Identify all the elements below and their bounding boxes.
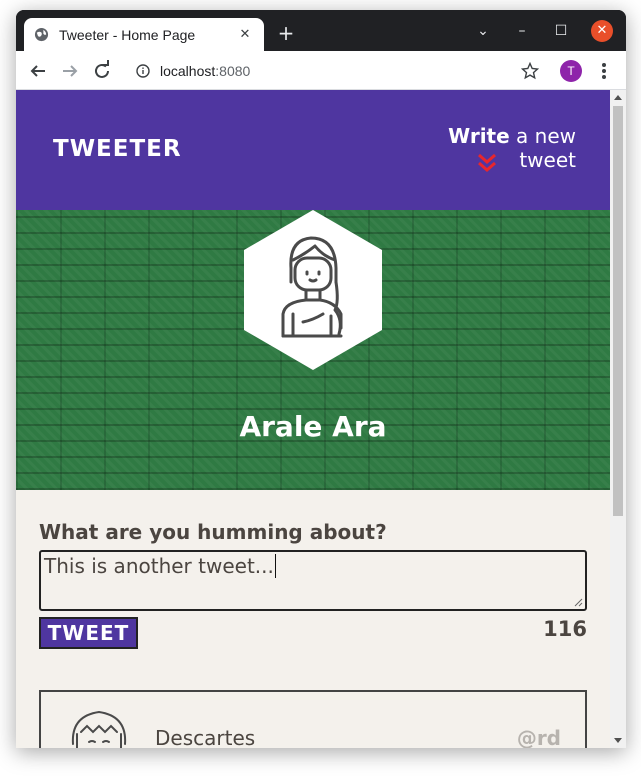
text-caret [274, 554, 276, 578]
bookmark-star-icon[interactable] [521, 62, 539, 80]
minimize-button[interactable]: – [510, 19, 534, 43]
profile-avatar-button[interactable]: T [560, 60, 582, 82]
tweet-author-name: Descartes [155, 726, 256, 748]
forward-arrow-icon[interactable] [57, 58, 83, 84]
site-header: TWEETER Write a new tweet [16, 90, 610, 210]
resize-grip-icon[interactable] [573, 597, 583, 607]
character-counter: 116 [543, 617, 587, 641]
profile-avatar [244, 210, 382, 370]
browser-window: Tweeter - Home Page ✕ + ⌄ – ☐ ✕ localhos… [16, 10, 626, 748]
tweet-author-avatar [71, 710, 127, 748]
tweet-author-handle: @rd [516, 726, 561, 748]
tweet-textarea-value: This is another tweet... [44, 554, 274, 578]
compose-label: What are you humming about? [39, 520, 387, 544]
double-chevron-down-icon[interactable] [476, 153, 498, 173]
tweet-textarea[interactable]: This is another tweet... [39, 550, 587, 611]
scroll-down-arrow-icon[interactable] [614, 738, 622, 743]
close-window-button[interactable]: ✕ [591, 20, 613, 42]
url-host: localhost [160, 62, 216, 79]
scroll-up-arrow-icon[interactable] [614, 95, 622, 100]
compose-toggle-rest: a new tweet [509, 124, 576, 172]
address-bar[interactable]: localhost:8080 [126, 56, 561, 85]
tab-home-page[interactable]: Tweeter - Home Page ✕ [24, 18, 264, 51]
tweet-submit-button[interactable]: TWEET [39, 617, 138, 649]
globe-icon [34, 27, 49, 42]
kebab-menu-icon[interactable] [594, 59, 614, 83]
back-arrow-icon[interactable] [25, 58, 51, 84]
compose-toggle-bold: Write [448, 124, 510, 148]
close-tab-icon[interactable]: ✕ [236, 27, 254, 42]
info-icon[interactable] [136, 63, 150, 78]
tab-search-icon[interactable]: ⌄ [471, 19, 495, 43]
page-viewport: TWEETER Write a new tweet Arale Ara What… [16, 90, 626, 748]
maximize-button[interactable]: ☐ [549, 19, 573, 43]
profile-banner: Arale Ara [16, 210, 610, 490]
url-port: :8080 [215, 62, 251, 79]
vertical-scrollbar[interactable] [610, 90, 626, 748]
brand-logo[interactable]: TWEETER [53, 136, 182, 162]
profile-name: Arale Ara [239, 410, 387, 443]
browser-toolbar: localhost:8080 T [16, 51, 626, 90]
reload-icon[interactable] [89, 58, 115, 84]
scrollbar-thumb[interactable] [613, 106, 623, 516]
new-tab-button[interactable]: + [274, 22, 298, 46]
tweet-card: Descartes @rd [39, 690, 587, 748]
tab-title: Tweeter - Home Page [59, 26, 196, 43]
tab-strip: Tweeter - Home Page ✕ + ⌄ – ☐ ✕ [16, 10, 626, 51]
